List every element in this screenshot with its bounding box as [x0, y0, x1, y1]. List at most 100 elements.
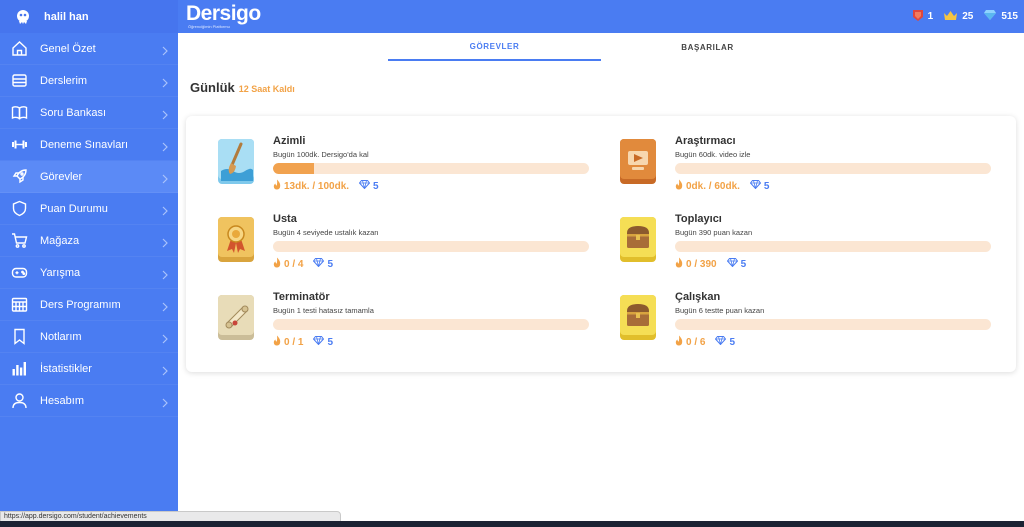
section-heading: Günlük 12 Saat Kaldı	[190, 80, 295, 95]
diamond-icon	[749, 180, 762, 192]
task-description: Bugün 60dk. video izle	[675, 150, 751, 159]
progress-bar	[273, 241, 589, 252]
sidebar-item-hesabim[interactable]: Hesabım	[0, 385, 178, 417]
chevron-right-icon	[162, 171, 168, 189]
bar-chart-icon	[11, 360, 28, 377]
crown-stat[interactable]: 25	[943, 10, 973, 24]
flame-icon	[675, 179, 683, 193]
task-description: Bugün 390 puan kazan	[675, 228, 753, 237]
task-title: Çalışkan	[675, 291, 721, 303]
scroll-icon	[217, 293, 255, 341]
sidebar-item-soru-bankasi[interactable]: Soru Bankası	[0, 97, 178, 129]
sidebar-item-genel-ozet[interactable]: Genel Özet	[0, 33, 178, 65]
diamond-icon	[726, 258, 738, 270]
user-name: halil han	[44, 10, 89, 23]
progress-text: 0 / 390	[686, 258, 717, 270]
sidebar-item-deneme-sinavlari[interactable]: Deneme Sınavları	[0, 129, 178, 161]
sidebar-item-yarisma[interactable]: Yarışma	[0, 257, 178, 289]
task-item[interactable]: Toplayıcı Bugün 390 puan kazan 0 / 390 5	[619, 213, 999, 277]
task-item[interactable]: Terminatör Bugün 1 testi hatasız tamamla…	[217, 291, 597, 355]
brand-logo[interactable]: Dersigo Öğrenciğimin Platformu	[186, 2, 261, 29]
task-item[interactable]: Araştırmacı Bugün 60dk. video izle 0dk. …	[619, 135, 999, 199]
gem-reward: 5	[715, 336, 735, 348]
daily-tasks-card: Azimli Bugün 100dk. Dersigo'da kal 13dk.…	[186, 116, 1016, 372]
task-title: Usta	[273, 213, 297, 225]
sidebar-item-label: Soru Bankası	[40, 106, 107, 119]
badge-count: 1	[927, 11, 934, 22]
treasure-chest-icon	[619, 293, 657, 341]
treasure-chest-icon	[619, 215, 657, 263]
task-meta: 0 / 1 5	[273, 335, 333, 349]
sidebar-item-gorevler[interactable]: Görevler	[0, 161, 178, 193]
sidebar-item-label: Puan Durumu	[40, 202, 108, 215]
sidebar-item-label: Ders Programım	[40, 298, 121, 311]
tab-gorevler[interactable]: GÖREVLER	[388, 33, 601, 61]
shield-icon	[11, 200, 28, 217]
sidebar: Genel Özet Derslerim Soru Bankası Deneme…	[0, 33, 178, 527]
gem-count: 5	[763, 180, 770, 192]
sidebar-item-puan-durumu[interactable]: Puan Durumu	[0, 193, 178, 225]
task-title: Terminatör	[273, 291, 330, 303]
video-icon	[619, 137, 657, 185]
badge-stat[interactable]: 1	[912, 9, 934, 25]
progress-bar	[675, 241, 991, 252]
flame-icon	[675, 335, 683, 349]
chevron-right-icon	[162, 235, 168, 253]
medal-icon	[217, 215, 255, 263]
gem-count: 5	[729, 336, 736, 348]
task-description: Bugün 6 testte puan kazan	[675, 306, 765, 315]
sidebar-item-magaza[interactable]: Mağaza	[0, 225, 178, 257]
flame-icon	[273, 179, 281, 193]
task-item[interactable]: Çalışkan Bugün 6 testte puan kazan 0 / 6…	[619, 291, 999, 355]
task-description: Bugün 1 testi hatasız tamamla	[273, 306, 374, 315]
cart-icon	[11, 232, 28, 249]
flame-icon	[273, 335, 281, 349]
gem-count: 5	[373, 180, 379, 192]
progress-bar	[675, 163, 991, 174]
task-meta: 0 / 390 5	[675, 257, 746, 271]
task-item[interactable]: Azimli Bugün 100dk. Dersigo'da kal 13dk.…	[217, 135, 597, 199]
gem-count: 5	[740, 258, 747, 270]
sidebar-item-ders-programim[interactable]: Ders Programım	[0, 289, 178, 321]
task-meta: 13dk. / 100dk. 5	[273, 179, 379, 193]
progress-fill	[273, 163, 315, 174]
sidebar-item-label: Görevler	[40, 170, 83, 183]
chevron-right-icon	[162, 43, 168, 61]
brand-name: Dersigo	[186, 2, 261, 25]
desk-icon	[11, 72, 28, 89]
sidebar-item-label: Notlarım	[40, 330, 82, 343]
sidebar-item-label: Genel Özet	[40, 42, 96, 55]
sidebar-item-label: Derslerim	[40, 74, 88, 87]
crown-count: 25	[962, 11, 974, 22]
chevron-right-icon	[162, 107, 168, 125]
sidebar-item-istatistikler[interactable]: İstatistikler	[0, 353, 178, 385]
time-left: 12 Saat Kaldı	[238, 84, 295, 94]
diamond-icon	[313, 258, 325, 270]
progress-text: 0 / 1	[284, 336, 304, 348]
task-title: Toplayıcı	[675, 213, 722, 225]
sidebar-item-derslerim[interactable]: Derslerim	[0, 65, 178, 97]
sidebar-item-notlarim[interactable]: Notlarım	[0, 321, 178, 353]
red-badge-icon	[912, 9, 924, 25]
gem-count: 5	[327, 336, 334, 348]
user-profile[interactable]: halil han	[0, 0, 178, 33]
dumbbell-icon	[11, 136, 28, 153]
diamond-icon	[983, 9, 997, 24]
rocket-icon	[11, 168, 28, 185]
crown-icon	[943, 10, 958, 24]
top-bar: halil han Dersigo Öğrenciğimin Platformu…	[0, 0, 1024, 33]
home-icon	[11, 40, 28, 57]
diamond-stat[interactable]: 515	[983, 9, 1018, 24]
task-title: Azimli	[273, 135, 306, 147]
diamond-count: 515	[1001, 11, 1018, 22]
chevron-right-icon	[162, 299, 168, 317]
task-title: Araştırmacı	[675, 135, 736, 147]
tab-basarilar[interactable]: BAŞARILAR	[601, 33, 814, 61]
stats-bar: 1 25 515	[912, 0, 1018, 33]
user-icon	[11, 392, 28, 409]
progress-bar	[273, 319, 589, 330]
chevron-right-icon	[162, 331, 168, 349]
task-item[interactable]: Usta Bugün 4 seviyede ustalık kazan 0 / …	[217, 213, 597, 277]
flame-icon	[273, 257, 281, 271]
diamond-icon	[313, 336, 325, 348]
